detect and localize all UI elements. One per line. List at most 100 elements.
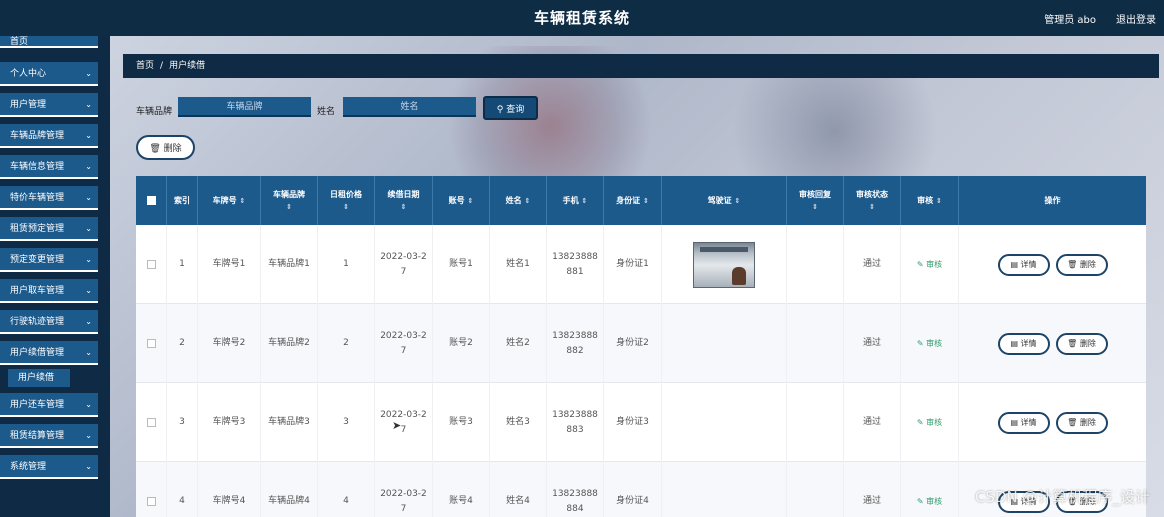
sidebar-item-trajectories[interactable]: 行驶轨迹管理 ⌄ [0,310,98,334]
audit-link[interactable]: ✎ 审核 [917,257,942,272]
cell-price: 2 [318,304,375,383]
sidebar-item-brands[interactable]: 车辆品牌管理 ⌄ [0,124,98,148]
cell-account: 账号4 [433,462,490,517]
breadcrumb: 首页 / 用户续借 [123,54,1159,78]
cell-status: 通过 [844,304,901,383]
logout-link[interactable]: 退出登录 [1116,11,1156,26]
watermark: CSDN @计算机程序_设计 [974,488,1150,506]
chevron-down-icon: ⌄ [85,162,92,171]
col-account[interactable]: 账号 ⇕ [433,176,490,225]
col-price[interactable]: 日租价格 ⇕ [318,176,375,225]
breadcrumb-home[interactable]: 首页 [136,61,154,71]
audit-link[interactable]: ✎ 审核 [917,336,942,351]
cell-plate: 车牌号1 [198,225,261,304]
col-license[interactable]: 驾驶证 ⇕ [662,176,787,225]
col-actions: 操作 [1044,196,1061,205]
name-search-input[interactable] [343,97,476,117]
sort-icon: ⇕ [286,202,292,211]
sidebar-item-settlements[interactable]: 租赁结算管理 ⌄ [0,424,98,448]
col-audit[interactable]: 审核 ⇕ [901,176,959,225]
sidebar-item-reservations[interactable]: 租赁预定管理 ⌄ [0,217,98,241]
cell-phone: 13823888 882 [547,304,604,383]
cell-phone: 13823888 884 [547,462,604,517]
sidebar-item-users[interactable]: 用户管理 ⌄ [0,93,98,117]
chevron-down-icon: ⌄ [85,131,92,140]
name-label: 姓名 [317,107,336,117]
row-checkbox-cell[interactable] [136,304,167,383]
col-brand[interactable]: 车辆品牌 ⇕ [261,176,318,225]
sort-icon: ⇕ [581,196,588,205]
sort-icon: ⇕ [812,202,818,211]
cell-brand: 车辆品牌3 [261,383,318,462]
select-all-cell[interactable] [136,176,167,225]
chevron-down-icon: ⌄ [85,348,92,357]
col-idcard[interactable]: 身份证 ⇕ [604,176,662,225]
cell-reply [787,225,844,304]
sidebar-subitem-renewal[interactable]: 用户续借 [8,369,70,387]
select-all-checkbox[interactable] [146,196,156,205]
cell-audit: ✎ 审核 [901,225,959,304]
bulk-delete-button[interactable]: 🗑 删除 [136,135,195,160]
sort-icon: ⇕ [524,196,531,205]
chevron-down-icon: ⌄ [85,317,92,326]
delete-button[interactable]: 🗑 删除 [1055,411,1108,434]
audit-link[interactable]: ✎ 审核 [917,415,942,430]
col-renew-date[interactable]: 续借日期 ⇕ [375,176,433,225]
mouse-cursor-icon: ➤ [392,419,402,432]
cell-renew-date: 2022-03-2 7 [375,225,433,304]
col-plate[interactable]: 车牌号 ⇕ [198,176,261,225]
detail-button[interactable]: ▤ 详情 [997,332,1050,355]
row-checkbox[interactable] [146,497,156,506]
table-header: 索引 车牌号 ⇕ 车辆品牌 ⇕ 日租价格 ⇕ 续借日期 ⇕ 账号 ⇕ 姓名 ⇕ 手机 … [136,176,1146,225]
chevron-down-icon: ⌄ [85,462,92,471]
table-row: 2 车牌号2 车辆品牌2 2 2022-03-2 7 账号2 姓名2 138238… [136,304,1146,383]
row-checkbox-cell[interactable] [136,383,167,462]
row-checkbox-cell[interactable] [136,225,167,304]
cell-brand: 车辆品牌1 [261,225,318,304]
sidebar-item-reservation-changes[interactable]: 预定变更管理 ⌄ [0,248,98,272]
col-reply[interactable]: 审核回复 ⇕ [787,176,844,225]
cell-reply [787,383,844,462]
cell-plate: 车牌号4 [198,462,261,517]
sidebar-item-special-vehicles[interactable]: 特价车辆管理 ⌄ [0,186,98,210]
delete-button[interactable]: 🗑 删除 [1055,253,1108,276]
cell-name: 姓名1 [490,225,547,304]
sidebar-item-home[interactable]: 首页 [0,36,98,48]
col-phone[interactable]: 手机 ⇕ [547,176,604,225]
sidebar-item-system[interactable]: 系统管理 ⌄ [0,455,98,479]
detail-button[interactable]: ▤ 详情 [997,253,1050,276]
sidebar-item-vehicles[interactable]: 车辆信息管理 ⌄ [0,155,98,179]
query-button[interactable]: ⚲ 查询 [483,96,538,120]
sidebar-item-returns[interactable]: 用户还车管理 ⌄ [0,393,98,417]
cell-index: 1 [167,225,198,304]
cell-reply [787,304,844,383]
chevron-down-icon: ⌄ [85,255,92,264]
sort-icon: ⇕ [935,196,942,205]
cell-license [662,462,787,517]
sidebar-item-pickups[interactable]: 用户取车管理 ⌄ [0,279,98,303]
row-checkbox[interactable] [146,418,156,427]
col-status[interactable]: 审核状态 ⇕ [844,176,901,225]
license-image [693,241,755,288]
chevron-down-icon: ⌄ [85,69,92,78]
cell-audit: ✎ 审核 [901,383,959,462]
detail-button[interactable]: ▤ 详情 [997,411,1050,434]
cell-price: 3 [318,383,375,462]
chevron-down-icon: ⌄ [85,431,92,440]
sidebar-item-renewals[interactable]: 用户续借管理 ⌄ [0,341,98,365]
row-checkbox[interactable] [146,339,156,348]
delete-button[interactable]: 🗑 删除 [1055,332,1108,355]
cell-brand: 车辆品牌4 [261,462,318,517]
cell-renew-date: 2022-03-2 7 [375,462,433,517]
cell-reply [787,462,844,517]
row-checkbox-cell[interactable] [136,462,167,517]
sidebar-item-profile[interactable]: 个人中心 ⌄ [0,62,98,86]
table-row: 1 车牌号1 车辆品牌1 1 2022-03-2 7 账号1 姓名1 138238… [136,225,1146,304]
brand-label: 车辆品牌 [136,107,173,117]
main-content: 首页/用户续借 车辆品牌 姓名 ⚲ 查询 🗑 删除 索引 车牌号 ⇕ 车辆品牌⇕… [110,36,1164,517]
audit-link[interactable]: ✎ 审核 [917,494,942,509]
sort-icon: ⇕ [343,202,349,211]
row-checkbox[interactable] [146,260,156,269]
col-name[interactable]: 姓名 ⇕ [490,176,547,225]
brand-search-input[interactable] [178,97,311,117]
